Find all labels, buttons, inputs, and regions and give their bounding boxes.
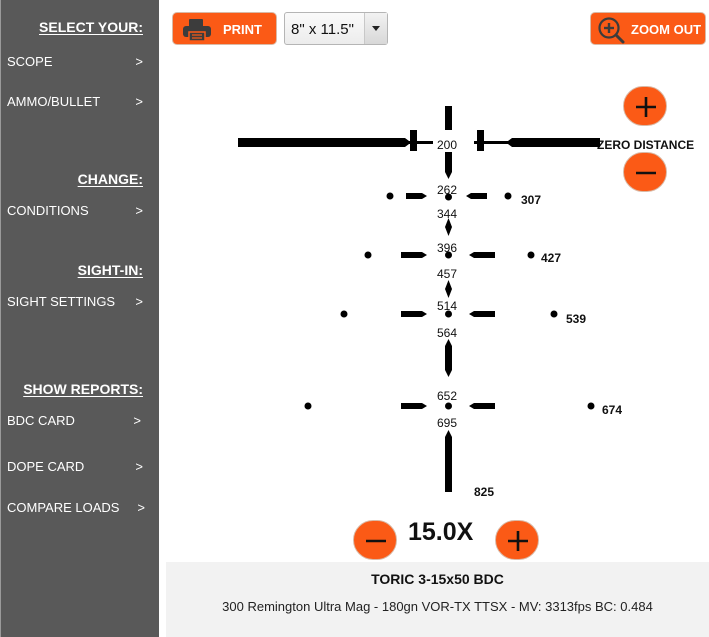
magnification-decrease-button[interactable]	[353, 520, 397, 560]
holdover-dot	[550, 310, 558, 318]
sidebar-item-sight-settings[interactable]: SIGHT SETTINGS >	[7, 294, 147, 309]
center-dot	[445, 402, 452, 410]
minus-icon	[366, 539, 386, 543]
chevron-right-icon: >	[135, 54, 143, 69]
range-label-564: 564	[436, 326, 458, 340]
sidebar-item-ammo-bullet[interactable]: AMMO/BULLET >	[7, 94, 147, 109]
range-label-825: 825	[474, 485, 495, 499]
hash-right	[466, 193, 487, 199]
scope-info-panel: TORIC 3-15x50 BDC 300 Remington Ultra Ma…	[166, 562, 709, 637]
sidebar-item-label: SCOPE	[7, 54, 53, 69]
print-button[interactable]: PRINT	[172, 12, 277, 45]
sidebar-item-label: COMPARE LOADS	[7, 500, 120, 515]
reticle-post-200	[445, 152, 452, 179]
hash-right	[469, 311, 495, 317]
range-label-695: 695	[436, 416, 458, 430]
sidebar-heading-change: CHANGE:	[77, 171, 143, 187]
magnification-value: 15.0X	[408, 518, 474, 546]
holdover-dot	[587, 402, 595, 410]
zoom-out-button[interactable]: ZOOM OUT	[590, 12, 706, 45]
range-label-396: 396	[436, 241, 458, 255]
chevron-right-icon: >	[135, 459, 143, 474]
range-label-262: 262	[436, 183, 458, 197]
printer-icon	[183, 19, 211, 42]
range-label-674: 674	[602, 403, 623, 417]
sidebar-item-label: BDC CARD	[7, 413, 75, 428]
sidebar-item-label: CONDITIONS	[7, 203, 89, 218]
magnifier-plus-icon	[598, 17, 625, 44]
range-label-457: 457	[436, 267, 458, 281]
reticle-right-post	[508, 138, 600, 147]
sidebar-item-compare-loads[interactable]: COMPARE LOADS >	[7, 500, 147, 515]
holdover-dot	[364, 251, 372, 259]
hash-right	[469, 252, 495, 258]
reticle-view: 200 262 344 396 457 514 564 652 695 307 …	[160, 60, 709, 510]
scope-name: TORIC 3-15x50 BDC	[371, 571, 504, 587]
plus-icon	[508, 531, 528, 551]
chevron-right-icon: >	[133, 413, 141, 428]
reticle-top-post	[445, 106, 452, 130]
reticle-left-tick	[410, 130, 417, 151]
holdover-dot	[386, 192, 394, 200]
sidebar-item-dope-card[interactable]: DOPE CARD >	[7, 459, 147, 474]
hash-left	[401, 311, 427, 317]
dropdown-toggle[interactable]	[364, 13, 387, 44]
paper-size-select[interactable]: 8" x 11.5"	[284, 12, 388, 45]
range-label-514: 514	[436, 299, 458, 313]
reticle-post-564	[445, 339, 452, 377]
range-label-307: 307	[521, 193, 542, 207]
sidebar-heading-select-your: SELECT YOUR:	[39, 19, 143, 35]
hash-left	[401, 403, 427, 409]
holdover-dot	[340, 310, 348, 318]
range-label-200: 200	[436, 138, 458, 152]
chevron-right-icon: >	[135, 203, 143, 218]
paper-size-value: 8" x 11.5"	[291, 21, 354, 38]
sidebar-heading-sight-in: SIGHT-IN:	[77, 262, 143, 278]
hash-right	[469, 403, 495, 409]
range-label-344: 344	[436, 207, 458, 221]
reticle-right-tick	[477, 130, 484, 151]
print-label: PRINT	[223, 22, 262, 37]
reticle-left-post	[238, 138, 409, 147]
holdover-dot	[504, 192, 512, 200]
range-label-539: 539	[566, 312, 587, 326]
sidebar-item-conditions[interactable]: CONDITIONS >	[7, 203, 147, 218]
zoom-out-label: ZOOM OUT	[631, 22, 702, 37]
load-description: 300 Remington Ultra Mag - 180gn VOR-TX T…	[222, 599, 653, 614]
magnification-increase-button[interactable]	[495, 520, 539, 560]
hash-left	[406, 193, 427, 199]
sidebar-item-scope[interactable]: SCOPE >	[7, 54, 147, 69]
sidebar-item-label: AMMO/BULLET	[7, 94, 101, 109]
chevron-right-icon: >	[135, 94, 143, 109]
holdover-dot	[304, 402, 312, 410]
chevron-right-icon: >	[137, 500, 145, 515]
range-label-652: 652	[436, 389, 458, 403]
reticle-bottom-post	[445, 430, 452, 492]
sidebar-item-bdc-card[interactable]: BDC CARD >	[7, 413, 147, 428]
sidebar-heading-show-reports: SHOW REPORTS:	[23, 381, 143, 397]
sidebar-item-label: DOPE CARD	[7, 459, 85, 474]
reticle-diamond-457	[445, 280, 452, 298]
sidebar: SELECT YOUR: SCOPE > AMMO/BULLET > CHANG…	[0, 0, 159, 637]
hash-left	[401, 252, 427, 258]
range-label-427: 427	[541, 251, 562, 265]
holdover-dot	[527, 251, 535, 259]
reticle-drawing	[238, 106, 600, 492]
chevron-right-icon: >	[135, 294, 143, 309]
sidebar-item-label: SIGHT SETTINGS	[7, 294, 116, 309]
chevron-down-icon	[372, 26, 380, 31]
